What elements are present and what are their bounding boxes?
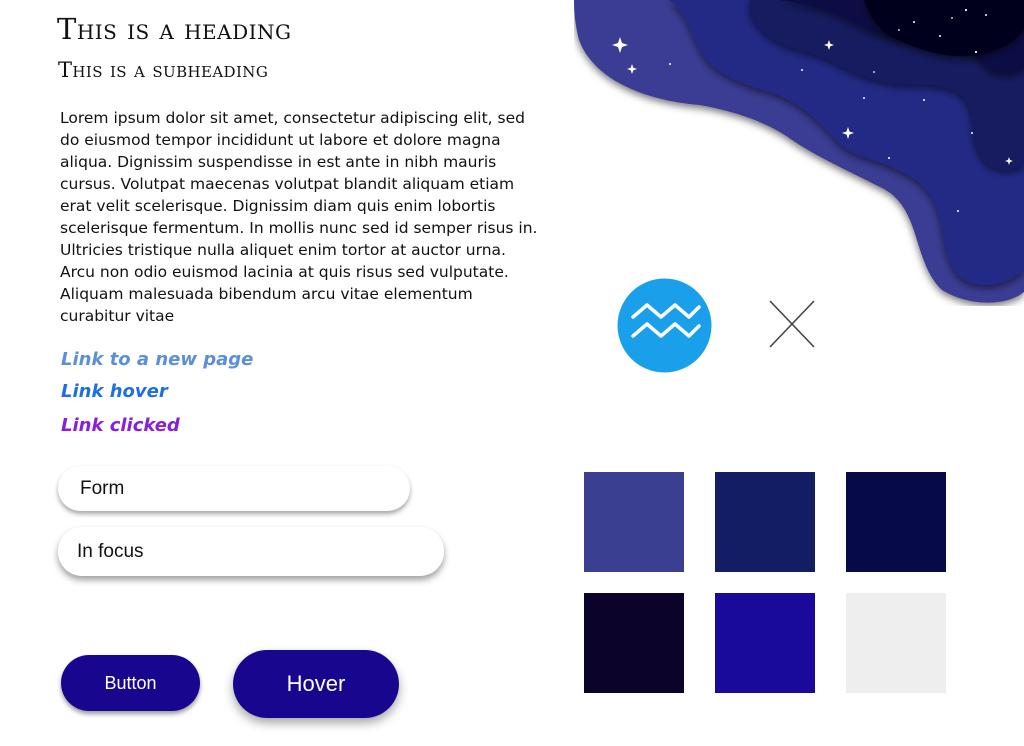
form-input[interactable] bbox=[58, 466, 410, 511]
page-subheading: This is a subheading bbox=[58, 58, 269, 82]
color-swatch bbox=[584, 472, 684, 572]
primary-button-hover[interactable]: Hover bbox=[233, 650, 399, 718]
focused-input[interactable] bbox=[58, 527, 444, 576]
link-clicked[interactable]: Link clicked bbox=[61, 415, 180, 436]
color-swatch bbox=[846, 593, 946, 693]
link-new-page[interactable]: Link to a new page bbox=[61, 349, 253, 370]
color-swatch bbox=[584, 593, 684, 693]
page-heading: This is a heading bbox=[57, 12, 292, 46]
space-illustration bbox=[574, 0, 1024, 303]
color-swatch bbox=[715, 593, 815, 693]
close-icon[interactable] bbox=[767, 298, 817, 350]
primary-button[interactable]: Button bbox=[61, 655, 200, 711]
color-swatch bbox=[715, 472, 815, 572]
link-hover[interactable]: Link hover bbox=[61, 381, 168, 402]
color-swatch bbox=[846, 472, 946, 572]
aquarius-icon bbox=[617, 278, 712, 373]
body-paragraph: Lorem ipsum dolor sit amet, consectetur … bbox=[60, 109, 538, 325]
